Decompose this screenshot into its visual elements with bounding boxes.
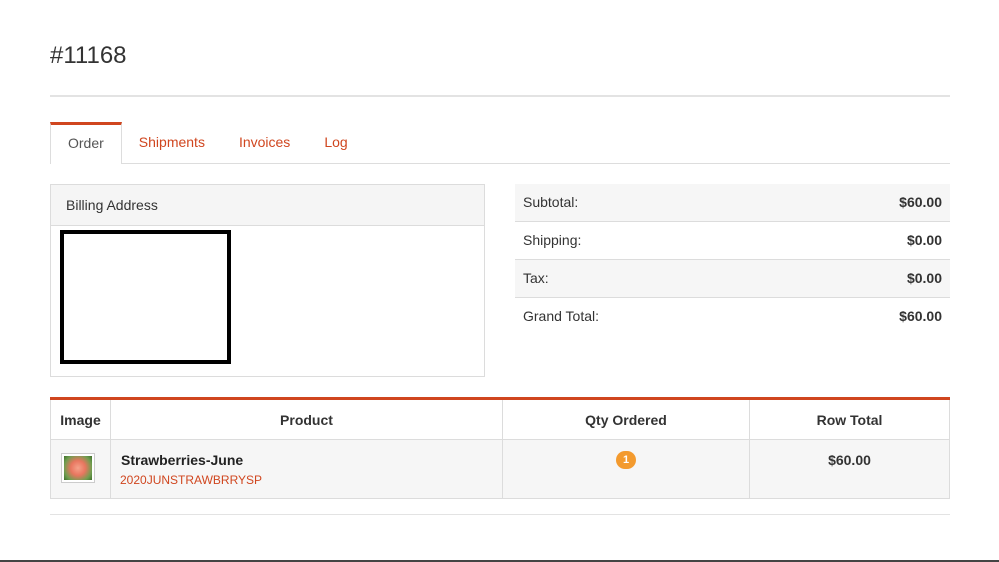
tab-invoices[interactable]: Invoices: [222, 122, 307, 162]
billing-address-heading: Billing Address: [51, 185, 484, 226]
product-thumbnail[interactable]: [61, 453, 95, 483]
shipping-label: Shipping:: [523, 232, 582, 248]
grand-total-value: $60.00: [899, 308, 942, 324]
tab-log[interactable]: Log: [307, 122, 364, 162]
subtotal-label: Subtotal:: [523, 194, 579, 210]
tax-value: $0.00: [906, 270, 942, 286]
qty-badge: 1: [616, 451, 636, 469]
qty-cell: 1: [502, 439, 750, 499]
strawberry-product-thumbnail-icon: [64, 456, 92, 480]
row-total-value: $60.00: [828, 452, 871, 468]
totals-row-shipping: Shipping: $0.00: [515, 221, 950, 259]
items-header-row: Image Product Qty Ordered Row Total: [50, 398, 950, 440]
order-number-title: #11168: [50, 42, 127, 69]
tab-shipments[interactable]: Shipments: [122, 122, 222, 162]
bottom-divider: [50, 514, 950, 515]
column-header-product: Product: [110, 398, 503, 440]
shipping-value: $0.00: [906, 232, 942, 248]
column-header-image: Image: [50, 398, 111, 440]
totals-row-subtotal: Subtotal: $60.00: [515, 184, 950, 221]
product-name: Strawberries-June: [121, 452, 244, 468]
totals-row-tax: Tax: $0.00: [515, 259, 950, 297]
column-header-row-total: Row Total: [749, 398, 950, 440]
product-cell: Strawberries-June 2020JUNSTRAWBRRYSP: [110, 439, 503, 499]
tab-order[interactable]: Order: [50, 122, 122, 164]
billing-address-panel: Billing Address: [50, 184, 485, 377]
totals-row-grand-total: Grand Total: $60.00: [515, 297, 950, 335]
grand-total-label: Grand Total:: [523, 308, 600, 324]
subtotal-value: $60.00: [899, 194, 942, 210]
column-header-qty-ordered: Qty Ordered: [502, 398, 750, 440]
order-totals: Subtotal: $60.00 Shipping: $0.00 Tax: $0…: [515, 184, 950, 335]
redacted-address-box: [60, 230, 231, 364]
order-items-table: Image Product Qty Ordered Row Total Stra…: [50, 397, 950, 499]
row-total-cell: $60.00: [749, 439, 950, 499]
product-sku: 2020JUNSTRAWBRRYSP: [120, 473, 263, 487]
table-row: Strawberries-June 2020JUNSTRAWBRRYSP 1 $…: [50, 439, 950, 499]
order-tabs: Order Shipments Invoices Log: [50, 122, 950, 164]
title-divider: [50, 95, 950, 97]
tax-label: Tax:: [523, 270, 549, 286]
image-cell: [50, 439, 111, 499]
